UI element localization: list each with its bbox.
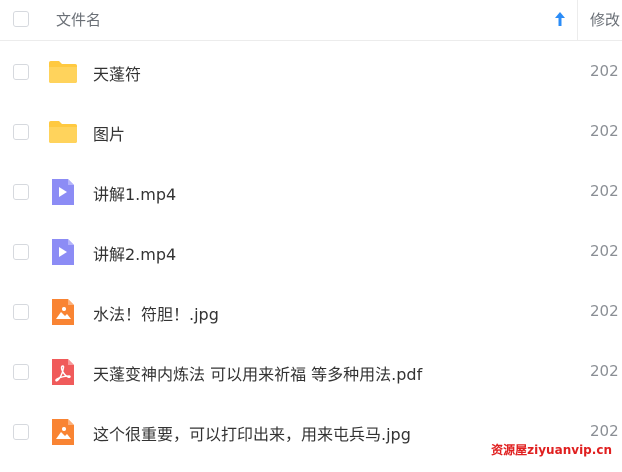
list-item[interactable]: 天蓬变神内炼法 可以用来祈福 等多种用法.pdf 202 [0,342,622,402]
list-item[interactable]: 讲解2.mp4 202 [0,222,622,282]
file-modified-date: 202 [590,422,619,440]
row-checkbox[interactable] [13,364,29,380]
image-file-icon [52,299,74,325]
video-file-icon [52,179,74,205]
file-modified-date: 202 [590,302,619,320]
folder-icon [49,61,77,83]
image-file-icon [52,419,74,445]
folder-icon [49,121,77,143]
file-name[interactable]: 讲解2.mp4 [93,241,176,265]
pdf-file-icon [52,359,74,385]
list-item[interactable]: 图片 202 [0,102,622,162]
select-all-checkbox[interactable] [13,11,29,27]
list-item[interactable]: 水法！符胆！.jpg 202 [0,282,622,342]
row-checkbox[interactable] [13,64,29,80]
video-file-icon [52,239,74,265]
row-checkbox[interactable] [13,304,29,320]
file-name[interactable]: 天蓬变神内炼法 可以用来祈福 等多种用法.pdf [93,361,422,385]
modified-column-header[interactable]: 修改 [590,9,620,30]
list-header: 文件名 修改 [0,0,622,41]
column-divider[interactable] [577,0,578,40]
row-checkbox[interactable] [13,184,29,200]
list-item[interactable]: 天蓬符 202 [0,42,622,102]
file-list: 文件名 修改 天蓬符 202 图片 202 讲解1.mp4 202 讲解2.mp… [0,0,622,472]
file-name[interactable]: 图片 [93,121,125,145]
watermark: 资源屋ziyuanvip.cn [489,441,614,458]
file-modified-date: 202 [590,242,619,260]
file-name[interactable]: 水法！符胆！.jpg [93,301,219,325]
file-modified-date: 202 [590,362,619,380]
file-modified-date: 202 [590,122,619,140]
file-modified-date: 202 [590,62,619,80]
row-checkbox[interactable] [13,124,29,140]
row-checkbox[interactable] [13,424,29,440]
row-checkbox[interactable] [13,244,29,260]
file-name[interactable]: 天蓬符 [93,61,141,85]
file-modified-date: 202 [590,182,619,200]
file-name[interactable]: 讲解1.mp4 [93,181,176,205]
list-item[interactable]: 讲解1.mp4 202 [0,162,622,222]
arrow-up-icon[interactable] [554,10,566,28]
name-column-header[interactable]: 文件名 [56,9,101,30]
file-name[interactable]: 这个很重要，可以打印出来，用来屯兵马.jpg [93,421,411,445]
